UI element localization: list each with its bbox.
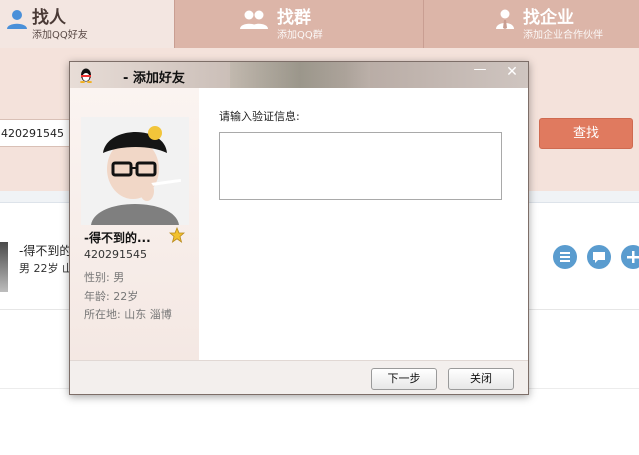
tab-label: 找企业 xyxy=(523,8,574,28)
qq-penguin-icon xyxy=(80,68,92,83)
dialog-title: - 添加好友 xyxy=(123,71,185,86)
minimize-button[interactable]: — xyxy=(465,62,495,82)
profile-panel: -得不到的... 420291545 性别: 男 年龄: 22岁 所在地: 山东… xyxy=(70,88,199,360)
result-name[interactable]: -得不到的 xyxy=(19,242,71,259)
profile-age: 年龄: 22岁 xyxy=(84,290,139,303)
search-button[interactable]: 查找 xyxy=(539,118,633,149)
tab-sublabel: 添加QQ好友 xyxy=(32,30,88,41)
dialog-titlebar[interactable]: - 添加好友 — ✕ xyxy=(70,62,528,88)
profile-name: -得不到的... xyxy=(84,231,151,245)
tab-sublabel: 添加QQ群 xyxy=(277,30,323,41)
profile-gender: 性别: 男 xyxy=(84,271,125,284)
avatar[interactable] xyxy=(0,242,8,292)
search-input[interactable]: 420291545 xyxy=(0,119,80,147)
category-tab-bar: 找人 添加QQ好友 找群 添加QQ群 找企业 添加企业合作伙伴 xyxy=(0,0,639,48)
tab-find-people[interactable]: 找人 添加QQ好友 xyxy=(0,0,175,48)
group-icon xyxy=(240,10,268,29)
next-button[interactable]: 下一步 xyxy=(371,368,437,390)
tab-label: 找群 xyxy=(277,8,311,28)
close-icon[interactable]: ✕ xyxy=(496,62,528,82)
detail-icon[interactable] xyxy=(553,245,577,269)
verification-prompt: 请输入验证信息: xyxy=(219,110,300,123)
company-icon xyxy=(496,9,514,29)
add-friend-dialog: - 添加好友 — ✕ -得不到的... 420291545 性别: 男 年龄: … xyxy=(69,61,529,395)
star-icon xyxy=(169,227,185,243)
dialog-footer: 下一步 关闭 xyxy=(70,360,528,394)
tab-label: 找人 xyxy=(32,8,66,28)
avatar xyxy=(81,117,189,225)
chat-icon[interactable] xyxy=(587,245,611,269)
verification-message-field[interactable] xyxy=(219,132,502,200)
tab-find-company[interactable]: 找企业 添加企业合作伙伴 xyxy=(424,0,639,48)
result-info: 男 22岁 山 xyxy=(19,262,73,275)
add-icon[interactable] xyxy=(621,245,639,269)
tab-sublabel: 添加企业合作伙伴 xyxy=(523,30,603,41)
profile-location: 所在地: 山东 淄博 xyxy=(84,308,172,321)
person-icon xyxy=(7,10,27,29)
titlebar-decoration xyxy=(230,62,370,88)
tab-find-group[interactable]: 找群 添加QQ群 xyxy=(175,0,424,48)
profile-qq-number: 420291545 xyxy=(84,248,147,261)
close-button[interactable]: 关闭 xyxy=(448,368,514,390)
